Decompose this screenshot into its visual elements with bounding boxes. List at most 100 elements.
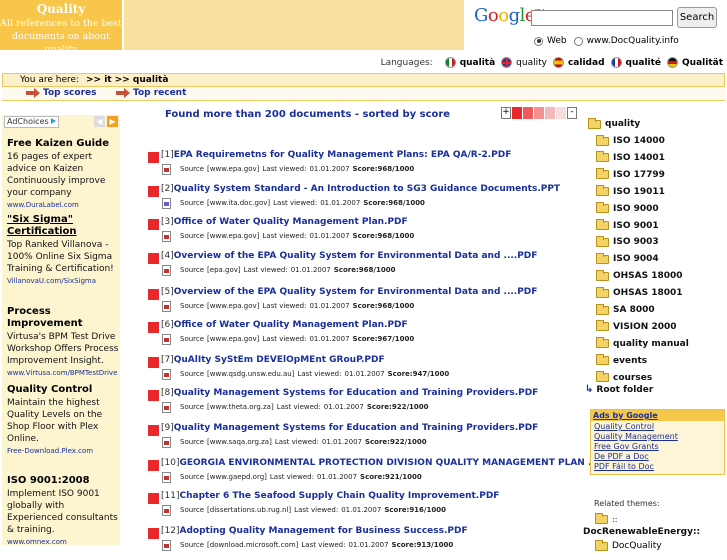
doc-title-link[interactable]: Adopting Quality Management for Business… [179, 526, 467, 536]
site-logo[interactable]: Quality All references to the best docum… [0, 0, 122, 55]
doc-number: [3] [161, 217, 174, 227]
folder-icon [596, 286, 609, 298]
ads-by-google-link[interactable]: Free Gov Grants [591, 442, 724, 452]
tree-item[interactable]: ISO 14001 [596, 151, 665, 163]
language-label: calidad [567, 57, 605, 68]
score-value: 913/1000 [416, 541, 454, 549]
doc-meta: Source [www.epa.gov] Last viewed: 01.01.200… [180, 335, 414, 343]
doc-title-link[interactable]: EPA Requiremetns for Quality Management … [174, 150, 512, 160]
tree-item-label: events [613, 355, 648, 366]
tree-item[interactable]: SA 8000 [596, 303, 655, 315]
related-theme-more[interactable]: DocQuality [595, 539, 662, 551]
doc-title-link[interactable]: Chapter 6 The Seafood Supply Chain Quali… [179, 491, 499, 501]
ad-url[interactable]: VillanovaU.com/SixSigma [7, 277, 119, 285]
doc-number: [6] [161, 320, 174, 330]
ad-block[interactable]: Quality Control Maintain the highest Qual… [7, 384, 119, 455]
ad-url[interactable]: www.Virtusa.com/BPMTestDrive [7, 369, 119, 377]
tree-item[interactable]: ISO 14000 [596, 134, 665, 146]
language-german[interactable]: Qualität [667, 57, 723, 68]
ad-body: Virtusa's BPM Test Drive Workshop Offers… [7, 332, 119, 366]
tree-item[interactable]: ISO 9000 [596, 202, 659, 214]
tree-item-label: ISO 14001 [613, 152, 665, 163]
doc-title-link[interactable]: Quality Management Systems for Education… [174, 388, 539, 398]
breadcrumb-path[interactable]: >> it >> qualità [86, 75, 168, 85]
ad-title[interactable]: Quality Control [7, 384, 119, 396]
tree-item[interactable]: OHSAS 18001 [596, 286, 683, 298]
doc-title-link[interactable]: Quality Management Systems for Education… [174, 423, 539, 433]
ad-block[interactable]: Free Kaizen Guide 16 pages of expert advi… [7, 138, 119, 209]
root-folder-link[interactable]: ↳ Root folder [585, 384, 653, 395]
ad-block[interactable]: Process Improvement Virtusa's BPM Test Dr… [7, 306, 119, 377]
ads-by-google-link[interactable]: De PDF a Doc [591, 452, 724, 462]
adchoices-badge[interactable]: AdChoices [4, 116, 59, 128]
minus-icon[interactable]: - [567, 107, 577, 119]
tree-item-label: VISION 2000 [613, 321, 677, 332]
ad-url[interactable]: www.DuraLabel.com [7, 201, 119, 209]
doc-title-link[interactable]: Office of Water Quality Management Plan.… [174, 217, 408, 227]
tree-item[interactable]: ISO 9004 [596, 252, 659, 265]
ad-url[interactable]: www.omnex.com [7, 538, 119, 545]
ad-title[interactable]: Process Improvement [7, 306, 119, 330]
doc-title-link[interactable]: GEORGIA ENVIRONMENTAL PROTECTION DIVISIO… [179, 458, 621, 468]
ad-title[interactable]: Free Kaizen Guide [7, 138, 119, 150]
ads-by-google-link[interactable]: Quality Control [591, 422, 724, 432]
source-label: Source [180, 335, 205, 343]
ad-title[interactable]: "Six Sigma" Certification [7, 214, 119, 238]
category-sidebar: quality ISO 14000 ISO 14001 ISO 17799 ISO 1… [583, 107, 725, 551]
tree-item[interactable]: VISION 2000 [596, 320, 677, 332]
tree-item[interactable]: events [596, 354, 648, 366]
doc-title-link[interactable]: Overview of the EPA Quality System for E… [174, 287, 538, 297]
doc-title-link[interactable]: Office of Water Quality Management Plan.… [174, 320, 408, 330]
plus-icon[interactable]: + [501, 107, 511, 119]
uk-flag-icon [501, 57, 513, 68]
related-folder[interactable]: :: [595, 513, 617, 524]
tree-root-quality[interactable]: quality [588, 117, 640, 129]
ads-by-google-title[interactable]: Ads by Google [591, 410, 724, 421]
doc-title-link[interactable]: Quality System Standard - An Introductio… [174, 184, 560, 194]
tree-item[interactable]: courses [596, 371, 652, 383]
tree-item-label: ISO 17799 [613, 169, 665, 180]
ad-url[interactable]: Free-Download.Plex.com [7, 447, 119, 455]
adchoices-icon [50, 118, 56, 124]
doc-title-link[interactable]: QuAlIty SyStEm DEVElOpMEnt GRouP.PDF [174, 355, 385, 365]
source-label: Source [180, 438, 205, 446]
search-button[interactable]: Search [677, 7, 717, 28]
search-input[interactable] [531, 10, 673, 26]
ad-next-icon[interactable]: ▶ [107, 116, 118, 127]
radio-site[interactable] [573, 36, 583, 46]
score-indicator [148, 357, 159, 368]
doc-line: [11]Chapter 6 The Seafood Supply Chain Q… [161, 491, 499, 501]
tree-item-label: ISO 9004 [613, 254, 659, 265]
score-indicator [148, 152, 159, 163]
language-italian[interactable]: qualità [444, 57, 495, 68]
tree-item[interactable]: ISO 9003 [596, 235, 659, 247]
result-row: [6]Office of Water Quality Management Pl… [148, 320, 578, 354]
ad-block[interactable]: "Six Sigma" Certification Top Ranked Vill… [7, 214, 119, 285]
related-theme-link[interactable]: DocRenewableEnergy:: [583, 527, 700, 537]
ads-by-google-link[interactable]: PDF Fáil to Doc [591, 462, 724, 472]
language-spanish[interactable]: calidad [552, 57, 605, 68]
return-arrow-icon: ↳ [585, 384, 594, 395]
doc-line: [1]EPA Requiremetns for Quality Manageme… [161, 150, 511, 160]
radio-web[interactable] [534, 36, 543, 46]
doc-line: [6]Office of Water Quality Management Pl… [161, 320, 408, 330]
tree-item[interactable]: ISO 9001 [596, 219, 659, 231]
language-french[interactable]: qualité [610, 57, 661, 68]
ad-body: Implement ISO 9001 globally with Experie… [7, 489, 118, 535]
ad-title[interactable]: ISO 9001:2008 [7, 475, 119, 487]
tree-item[interactable]: ISO 17799 [596, 168, 665, 180]
ads-by-google-link[interactable]: Quality Management [591, 432, 724, 442]
tree-item[interactable]: ISO 19011 [596, 185, 665, 197]
doc-line: [9]Quality Management Systems for Educat… [161, 423, 538, 433]
doc-title-link[interactable]: Overview of the EPA Quality System for E… [174, 251, 538, 261]
language-bar: Languages: qualità quality calidad quali… [0, 57, 723, 68]
last-viewed-label: Last viewed: [301, 541, 346, 549]
language-english[interactable]: quality [501, 57, 547, 68]
tree-item[interactable]: quality manual [596, 337, 689, 349]
ad-block[interactable]: ISO 9001:2008 Implement ISO 9001 globally… [7, 475, 119, 545]
top-scores-link[interactable]: Top scores [26, 88, 96, 98]
score-label: Score: [363, 199, 389, 207]
tree-item[interactable]: OHSAS 18000 [596, 269, 683, 281]
ad-prev-icon[interactable]: ◀ [94, 116, 105, 127]
top-recent-link[interactable]: Top recent [116, 88, 186, 98]
